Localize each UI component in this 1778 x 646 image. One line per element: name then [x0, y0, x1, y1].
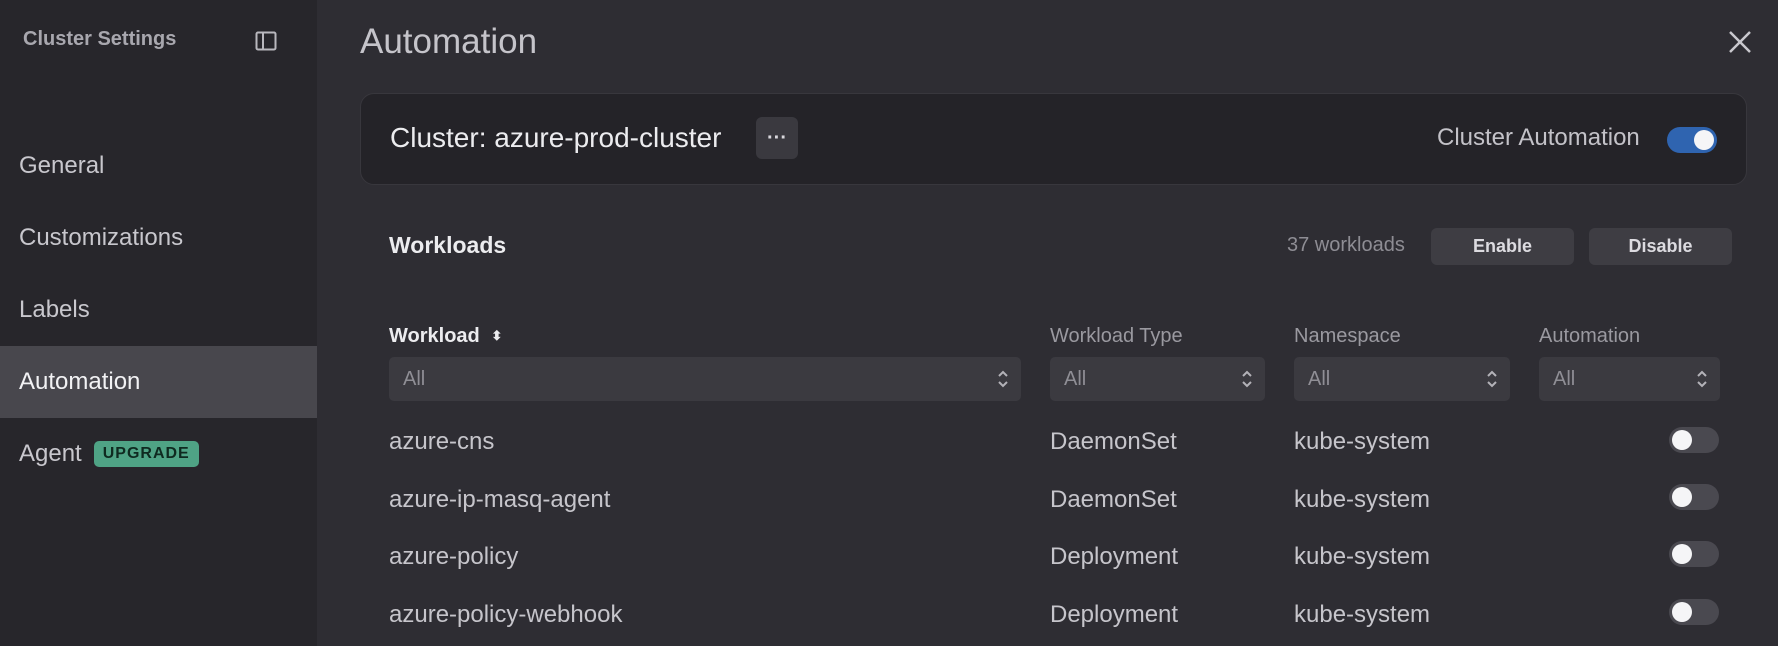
workload-type: DaemonSet	[1050, 486, 1177, 513]
toggle-knob	[1672, 544, 1692, 564]
workload-namespace: kube-system	[1294, 601, 1431, 628]
workload-namespace: kube-system	[1294, 428, 1431, 455]
column-header-namespace: Namespace	[1294, 325, 1401, 347]
sidebar-toggle-icon[interactable]	[255, 31, 277, 51]
workload-name[interactable]: azure-ip-masq-agent	[389, 486, 610, 514]
workload-type: Deployment	[1050, 601, 1179, 628]
workloads-count: 37 workloads	[1287, 234, 1405, 256]
workload-filter-select[interactable]: All	[389, 357, 1021, 401]
workload-namespace: kube-system	[1294, 486, 1431, 513]
automation-filter-select[interactable]: All	[1539, 357, 1720, 401]
column-header-workload[interactable]: Workload ⬍	[389, 325, 502, 348]
sidebar-item-label: Customizations	[19, 224, 184, 251]
workload-type-filter-select[interactable]: All	[1050, 357, 1265, 401]
cluster-card: Cluster: azure-prod-cluster ··· Cluster …	[360, 93, 1747, 185]
cluster-automation-toggle[interactable]	[1667, 127, 1717, 153]
disable-button[interactable]: Disable	[1589, 228, 1732, 265]
sidebar-item-customizations[interactable]: Customizations	[0, 202, 317, 274]
toggle-knob	[1672, 487, 1692, 507]
column-header-label: Workload	[389, 325, 480, 347]
sidebar-title: Cluster Settings	[23, 28, 177, 50]
sidebar-item-label: Labels	[19, 296, 90, 323]
sidebar: Cluster Settings General Customizations …	[0, 0, 317, 646]
sort-icon[interactable]: ⬍	[491, 328, 502, 344]
page-title: Automation	[360, 22, 538, 61]
workload-name[interactable]: azure-policy-webhook	[389, 601, 622, 629]
sidebar-item-automation[interactable]: Automation	[0, 346, 317, 418]
upgrade-badge[interactable]: UPGRADE	[93, 441, 199, 467]
cluster-automation-label: Cluster Automation	[1437, 124, 1640, 151]
chevron-updown-icon	[1242, 370, 1252, 388]
workload-type: Deployment	[1050, 543, 1179, 570]
filter-value: All	[1553, 367, 1576, 390]
workload-type: DaemonSet	[1050, 428, 1177, 455]
sidebar-item-label: Agent	[19, 440, 82, 467]
toggle-knob	[1672, 430, 1692, 450]
workload-namespace: kube-system	[1294, 543, 1431, 570]
toggle-knob	[1694, 130, 1714, 150]
filter-value: All	[403, 367, 426, 390]
workload-automation-toggle[interactable]	[1669, 427, 1719, 453]
enable-button[interactable]: Enable	[1431, 228, 1574, 265]
workload-automation-toggle[interactable]	[1669, 541, 1719, 567]
column-header-workload-type: Workload Type	[1050, 325, 1183, 347]
sidebar-item-general[interactable]: General	[0, 130, 317, 202]
workload-name[interactable]: azure-cns	[389, 428, 494, 456]
column-header-automation: Automation	[1539, 325, 1641, 347]
chevron-updown-icon	[998, 370, 1008, 388]
chevron-updown-icon	[1487, 370, 1497, 388]
close-icon[interactable]	[1726, 28, 1754, 56]
cluster-name: Cluster: azure-prod-cluster	[390, 122, 722, 153]
toggle-knob	[1672, 602, 1692, 622]
chevron-updown-icon	[1697, 370, 1707, 388]
filter-value: All	[1308, 367, 1331, 390]
workloads-title: Workloads	[389, 232, 507, 258]
workload-automation-toggle[interactable]	[1669, 484, 1719, 510]
sidebar-item-label: Automation	[19, 368, 141, 395]
more-options-button[interactable]: ···	[756, 117, 798, 159]
sidebar-item-label: General	[19, 152, 105, 179]
workload-name[interactable]: azure-policy	[389, 543, 518, 571]
sidebar-item-labels[interactable]: Labels	[0, 274, 317, 346]
workload-automation-toggle[interactable]	[1669, 599, 1719, 625]
sidebar-item-agent[interactable]: Agent UPGRADE	[0, 418, 317, 490]
namespace-filter-select[interactable]: All	[1294, 357, 1510, 401]
filter-value: All	[1064, 367, 1087, 390]
